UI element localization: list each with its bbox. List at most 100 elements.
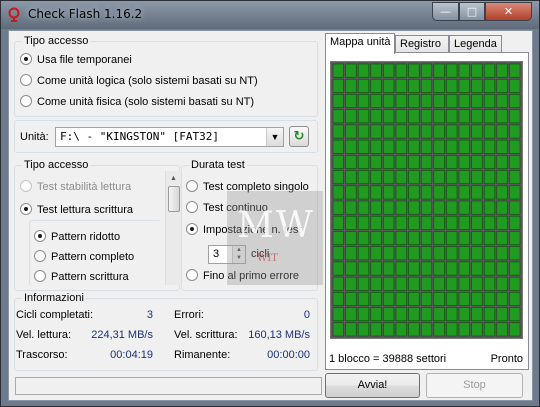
map-block [471, 246, 483, 261]
map-block [383, 170, 395, 185]
map-block [471, 215, 483, 230]
drive-select[interactable]: F:\ - "KINGSTON" [FAT32] ▼ [55, 127, 284, 147]
radio-indicator[interactable] [34, 230, 46, 242]
scroll-up-icon[interactable]: ▲ [166, 171, 181, 186]
map-block [433, 231, 445, 245]
map-block [458, 170, 470, 185]
map-block [420, 63, 433, 78]
map-block [446, 94, 458, 108]
map-block [509, 94, 521, 108]
map-block [420, 292, 433, 306]
radio-label: Pattern scrittura [51, 271, 129, 283]
app-logo-icon [8, 7, 20, 22]
map-block [483, 261, 496, 276]
map-block [383, 261, 395, 276]
map-block [345, 276, 357, 291]
map-block [370, 155, 382, 169]
map-block [458, 109, 470, 124]
stop-button[interactable]: Stop [426, 373, 523, 398]
map-block [345, 94, 357, 108]
radio-logical-drive[interactable]: Come unità logica (solo sistemi basati s… [20, 74, 258, 88]
read-speed-value: 224,31 MB/s [91, 329, 153, 341]
map-block [332, 63, 344, 78]
map-block [496, 231, 508, 245]
tab-drive-map[interactable]: Mappa unità [325, 33, 395, 54]
map-block [483, 246, 496, 261]
radio-indicator[interactable] [186, 269, 198, 281]
map-block [471, 307, 483, 322]
map-block [483, 307, 496, 322]
map-block [509, 307, 521, 322]
map-block [408, 155, 420, 169]
map-block [408, 231, 420, 245]
scroll-thumb[interactable] [168, 186, 180, 212]
map-block [483, 322, 496, 337]
drive-label: Unità: [20, 131, 49, 143]
map-block [483, 109, 496, 124]
radio-indicator[interactable] [20, 53, 32, 65]
tab-legend[interactable]: Legenda [449, 35, 502, 53]
radio-indicator[interactable] [20, 74, 32, 86]
radio-temp-files[interactable]: Usa file temporanei [20, 53, 132, 67]
start-button[interactable]: Avvia! [325, 373, 420, 398]
map-block [483, 63, 496, 78]
map-block [383, 139, 395, 154]
map-block [370, 185, 382, 200]
tab-log[interactable]: Registro [395, 35, 449, 53]
map-block [496, 200, 508, 215]
radio-label: Test lettura scrittura [37, 204, 133, 216]
title-bar[interactable]: Check Flash 1.16.2 — □ ✕ [1, 1, 539, 29]
map-block [357, 215, 370, 230]
radio-pattern-write[interactable]: Pattern scrittura [34, 270, 129, 284]
radio-physical-drive[interactable]: Come unità fisica (solo sistemi basati s… [20, 95, 254, 109]
maximize-button[interactable]: □ [459, 2, 485, 21]
map-block [420, 246, 433, 261]
map-block [395, 322, 407, 337]
radio-indicator[interactable] [20, 95, 32, 107]
map-block [471, 63, 483, 78]
map-block [383, 246, 395, 261]
map-block [496, 276, 508, 291]
radio-indicator[interactable] [20, 203, 32, 215]
radio-read-write[interactable]: Test lettura scrittura [20, 203, 133, 217]
map-block [420, 307, 433, 322]
map-block [509, 246, 521, 261]
map-block [332, 322, 344, 337]
map-block [458, 246, 470, 261]
radio-indicator[interactable] [34, 270, 46, 282]
app-window: Check Flash 1.16.2 — □ ✕ Tipo accesso Us… [0, 0, 540, 407]
map-block [433, 185, 445, 200]
minimize-button[interactable]: — [432, 2, 459, 21]
map-block [458, 185, 470, 200]
chevron-down-icon[interactable]: ▼ [266, 128, 283, 146]
radio-indicator[interactable] [186, 223, 198, 235]
close-button[interactable]: ✕ [485, 2, 532, 21]
radio-indicator[interactable] [20, 180, 32, 192]
radio-label: Come unità logica (solo sistemi basati s… [37, 75, 258, 87]
map-block [458, 307, 470, 322]
radio-indicator[interactable] [186, 180, 198, 192]
radio-label: Pattern ridotto [51, 231, 121, 243]
map-block [395, 200, 407, 215]
map-block [332, 78, 344, 93]
radio-read-stability[interactable]: Test stabilità lettura [20, 180, 131, 194]
map-block [433, 155, 445, 169]
radio-pattern-full[interactable]: Pattern completo [34, 250, 134, 264]
map-block [446, 185, 458, 200]
radio-indicator[interactable] [34, 250, 46, 262]
elapsed-value: 00:04:19 [110, 349, 153, 361]
radio-pattern-reduced[interactable]: Pattern ridotto [34, 230, 120, 244]
map-block [383, 185, 395, 200]
radio-indicator[interactable] [186, 201, 198, 213]
refresh-button[interactable]: ↻ [289, 126, 309, 147]
map-block [496, 307, 508, 322]
map-block [433, 246, 445, 261]
main-client-area: Tipo accesso Usa file temporanei Come un… [8, 30, 533, 401]
map-block [370, 78, 382, 93]
cycles-value[interactable]: 3 [213, 248, 219, 260]
map-block [383, 124, 395, 139]
map-block [408, 215, 420, 230]
map-block [496, 94, 508, 108]
options-scrollbar[interactable]: ▲ [165, 171, 181, 285]
map-block [433, 261, 445, 276]
